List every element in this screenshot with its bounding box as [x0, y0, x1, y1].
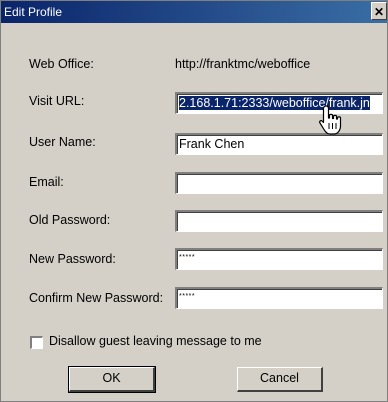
guest-message-label[interactable]: Disallow guest leaving message to me	[49, 334, 262, 348]
title-bar[interactable]: Edit Profile ✕	[1, 1, 387, 23]
visit-url-field[interactable]: 2.168.1.71:2333/weboffice/frank.jn	[175, 92, 383, 114]
cancel-button[interactable]: Cancel	[237, 367, 323, 392]
confirm-password-field[interactable]: *****	[175, 287, 383, 309]
old-password-label: Old Password:	[29, 213, 111, 227]
email-label: Email:	[29, 175, 64, 189]
visit-url-label: Visit URL:	[29, 94, 85, 108]
email-field[interactable]	[175, 172, 383, 194]
hand-pointer-icon	[319, 105, 342, 135]
old-password-field[interactable]	[175, 210, 383, 232]
new-password-label: New Password:	[29, 252, 116, 266]
confirm-password-label: Confirm New Password:	[29, 291, 164, 305]
web-office-value: http://franktmc/weboffice	[175, 57, 311, 71]
user-name-label: User Name:	[29, 135, 96, 149]
dialog-title: Edit Profile	[4, 5, 63, 19]
user-name-field[interactable]: Frank Chen	[175, 133, 383, 155]
checkbox-icon[interactable]	[30, 336, 43, 349]
new-password-field[interactable]: *****	[175, 248, 383, 270]
web-office-label: Web Office:	[29, 57, 94, 71]
edit-profile-dialog: Edit Profile ✕ Web Office: http://frankt…	[0, 0, 388, 402]
ok-button[interactable]: OK	[68, 366, 156, 393]
close-icon[interactable]: ✕	[371, 2, 387, 20]
